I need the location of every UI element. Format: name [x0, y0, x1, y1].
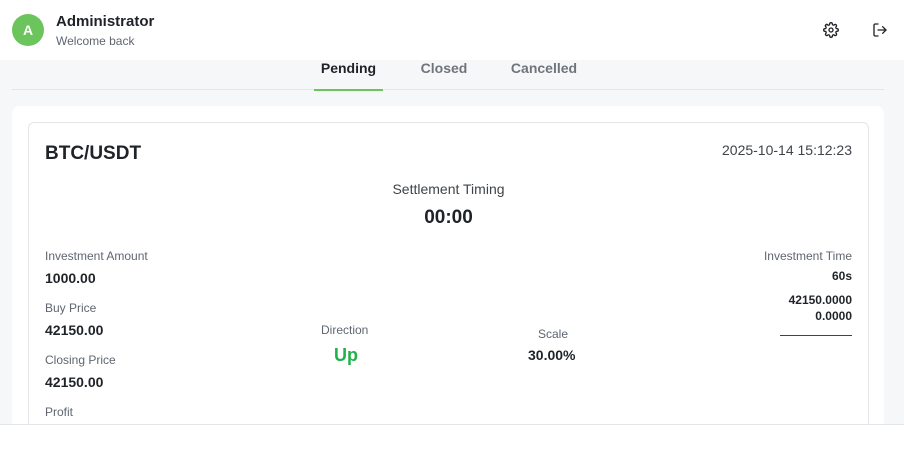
welcome-text: Welcome back: [56, 34, 135, 48]
buy-price-value: 42150.00: [45, 322, 104, 338]
closing-price-label: Closing Price: [45, 353, 116, 367]
orders-panel: BTC/USDT 2025-10-14 15:12:23 Settlement …: [12, 106, 884, 442]
order-tabs: Pending Closed Cancelled: [12, 60, 884, 91]
bottom-navigation: [0, 424, 904, 452]
price-detail-a: 42150.0000: [788, 293, 852, 307]
tab-pending[interactable]: Pending: [314, 60, 383, 91]
direction-value: Up: [334, 345, 358, 365]
price-detail-b: 0.0000: [815, 309, 852, 323]
app-header: A Administrator Welcome back: [0, 0, 904, 60]
scale-value: 30.00%: [528, 347, 576, 363]
buy-price-label: Buy Price: [45, 301, 97, 315]
investment-time-label: Investment Time: [763, 249, 852, 263]
divider: [780, 335, 852, 336]
avatar[interactable]: A: [12, 14, 44, 46]
logout-icon: [873, 23, 887, 37]
main-content: Pending Closed Cancelled BTC/USDT 2025-1…: [0, 60, 904, 442]
settlement-timing-value: 00:00: [424, 207, 473, 228]
settings-button[interactable]: [820, 19, 842, 41]
order-timestamp: 2025-10-14 15:12:23: [722, 142, 852, 158]
tab-closed[interactable]: Closed: [412, 60, 476, 90]
scale-label: Scale: [538, 327, 569, 341]
settlement-timing-label: Settlement Timing: [392, 181, 505, 197]
closing-price-value: 42150.00: [45, 374, 104, 390]
profit-label: Profit: [45, 405, 74, 419]
investment-time-value: 60s: [831, 269, 852, 283]
direction-label: Direction: [321, 323, 369, 337]
investment-amount-value: 1000.00: [45, 270, 96, 286]
logout-button[interactable]: [869, 19, 891, 41]
tab-cancelled[interactable]: Cancelled: [508, 60, 580, 90]
trading-pair: BTC/USDT: [45, 143, 142, 164]
investment-amount-label: Investment Amount: [45, 249, 148, 263]
gear-icon: [823, 22, 839, 38]
user-name: Administrator: [56, 13, 155, 30]
order-card[interactable]: BTC/USDT 2025-10-14 15:12:23 Settlement …: [28, 122, 869, 442]
